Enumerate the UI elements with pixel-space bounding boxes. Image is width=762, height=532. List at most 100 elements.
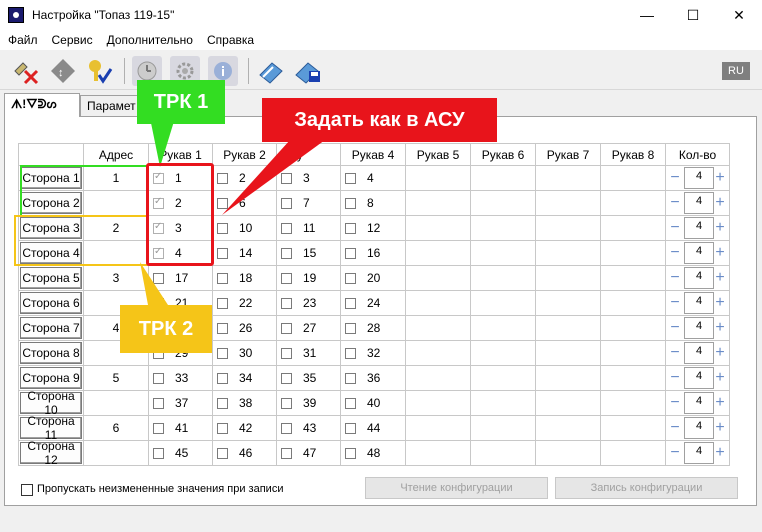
read-config-button[interactable]: Чтение конфигурации <box>365 477 548 499</box>
nozzle-cell[interactable]: 39 <box>276 390 341 416</box>
side-button[interactable]: Сторона 8 <box>20 342 82 364</box>
nozzle-cell[interactable]: 35 <box>276 365 341 391</box>
count-value[interactable]: 4 <box>684 442 714 464</box>
decrement-button[interactable]: − <box>667 343 683 363</box>
increment-button[interactable]: + <box>712 443 728 463</box>
empty-nozzle-cell[interactable] <box>535 190 601 216</box>
nozzle-cell[interactable]: 24 <box>340 290 406 316</box>
empty-nozzle-cell[interactable] <box>470 190 536 216</box>
empty-nozzle-cell[interactable] <box>470 365 536 391</box>
nozzle-checkbox[interactable] <box>281 298 292 309</box>
empty-nozzle-cell[interactable] <box>535 240 601 266</box>
menu-additional[interactable]: Дополнительно <box>107 33 193 47</box>
nozzle-cell[interactable]: 17 <box>148 265 213 291</box>
empty-nozzle-cell[interactable] <box>600 215 666 241</box>
nozzle-cell[interactable]: 31 <box>276 340 341 366</box>
side-button[interactable]: Сторона 4 <box>20 242 82 264</box>
nozzle-checkbox[interactable] <box>345 348 356 359</box>
side-button[interactable]: Сторона 9 <box>20 367 82 389</box>
nozzle-cell[interactable]: 16 <box>340 240 406 266</box>
nozzle-checkbox[interactable] <box>217 423 228 434</box>
nozzle-checkbox[interactable] <box>217 173 228 184</box>
nozzle-checkbox[interactable] <box>217 298 228 309</box>
maximize-button[interactable]: ☐ <box>670 0 716 30</box>
nozzle-checkbox[interactable] <box>345 323 356 334</box>
nozzle-cell[interactable]: 3 <box>148 215 213 241</box>
empty-nozzle-cell[interactable] <box>470 240 536 266</box>
nozzle-cell[interactable]: 8 <box>340 190 406 216</box>
nozzle-checkbox[interactable] <box>281 348 292 359</box>
count-value[interactable]: 4 <box>684 342 714 364</box>
nozzle-checkbox[interactable] <box>281 273 292 284</box>
increment-button[interactable]: + <box>712 218 728 238</box>
nozzle-cell[interactable]: 37 <box>148 390 213 416</box>
empty-nozzle-cell[interactable] <box>470 340 536 366</box>
count-value[interactable]: 4 <box>684 392 714 414</box>
address-cell[interactable]: 6 <box>83 415 149 441</box>
decrement-button[interactable]: − <box>667 393 683 413</box>
increment-button[interactable]: + <box>712 393 728 413</box>
nozzle-cell[interactable]: 4 <box>148 240 213 266</box>
empty-nozzle-cell[interactable] <box>600 390 666 416</box>
key-check-icon[interactable] <box>84 56 114 86</box>
address-cell[interactable] <box>83 390 149 416</box>
decrement-button[interactable]: − <box>667 218 683 238</box>
nozzle-cell[interactable]: 12 <box>340 215 406 241</box>
count-value[interactable]: 4 <box>684 292 714 314</box>
nozzle-checkbox[interactable] <box>281 223 292 234</box>
nozzle-checkbox[interactable] <box>153 373 164 384</box>
side-button[interactable]: Сторона 2 <box>20 192 82 214</box>
nozzle-checkbox[interactable] <box>217 223 228 234</box>
nozzle-cell[interactable]: 36 <box>340 365 406 391</box>
address-cell[interactable]: 3 <box>83 265 149 291</box>
nozzle-cell[interactable]: 45 <box>148 440 213 466</box>
nozzle-cell[interactable]: 2 <box>212 165 277 191</box>
nozzle-cell[interactable]: 20 <box>340 265 406 291</box>
side-button[interactable]: Сторона 12 <box>20 439 82 467</box>
nozzle-checkbox[interactable] <box>345 173 356 184</box>
empty-nozzle-cell[interactable] <box>600 340 666 366</box>
nozzle-cell[interactable]: 3 <box>276 165 341 191</box>
nozzle-cell[interactable]: 23 <box>276 290 341 316</box>
empty-nozzle-cell[interactable] <box>470 440 536 466</box>
decrement-button[interactable]: − <box>667 293 683 313</box>
open-icon[interactable] <box>256 56 286 86</box>
empty-nozzle-cell[interactable] <box>405 390 471 416</box>
count-value[interactable]: 4 <box>684 217 714 239</box>
nozzle-cell[interactable]: 38 <box>212 390 277 416</box>
empty-nozzle-cell[interactable] <box>470 215 536 241</box>
nozzle-checkbox[interactable] <box>153 221 164 234</box>
increment-button[interactable]: + <box>712 418 728 438</box>
disconnect-icon[interactable] <box>10 56 40 86</box>
increment-button[interactable]: + <box>712 243 728 263</box>
empty-nozzle-cell[interactable] <box>600 440 666 466</box>
empty-nozzle-cell[interactable] <box>470 165 536 191</box>
nozzle-checkbox[interactable] <box>217 448 228 459</box>
empty-nozzle-cell[interactable] <box>470 390 536 416</box>
increment-button[interactable]: + <box>712 318 728 338</box>
nozzle-cell[interactable]: 42 <box>212 415 277 441</box>
empty-nozzle-cell[interactable] <box>405 365 471 391</box>
empty-nozzle-cell[interactable] <box>405 265 471 291</box>
empty-nozzle-cell[interactable] <box>405 290 471 316</box>
empty-nozzle-cell[interactable] <box>405 165 471 191</box>
empty-nozzle-cell[interactable] <box>600 165 666 191</box>
side-button[interactable]: Сторона 3 <box>20 217 82 239</box>
decrement-button[interactable]: − <box>667 268 683 288</box>
nozzle-checkbox[interactable] <box>345 398 356 409</box>
address-cell[interactable]: 1 <box>83 165 149 191</box>
empty-nozzle-cell[interactable] <box>405 240 471 266</box>
increment-button[interactable]: + <box>712 368 728 388</box>
empty-nozzle-cell[interactable] <box>535 390 601 416</box>
side-button[interactable]: Сторона 1 <box>20 167 82 189</box>
nozzle-cell[interactable]: 22 <box>212 290 277 316</box>
empty-nozzle-cell[interactable] <box>600 240 666 266</box>
nozzle-checkbox[interactable] <box>281 323 292 334</box>
nozzle-cell[interactable]: 43 <box>276 415 341 441</box>
language-badge[interactable]: RU <box>722 62 750 80</box>
nozzle-cell[interactable]: 40 <box>340 390 406 416</box>
empty-nozzle-cell[interactable] <box>405 190 471 216</box>
nozzle-cell[interactable]: 33 <box>148 365 213 391</box>
nozzle-checkbox[interactable] <box>281 423 292 434</box>
nozzle-checkbox[interactable] <box>217 198 228 209</box>
